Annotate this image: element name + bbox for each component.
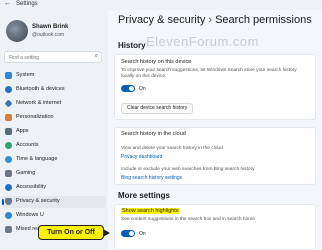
card-cloud-search-history: Search history in the cloud View and del… [114,127,316,185]
bluetooth-icon [5,86,12,93]
sidebar-item-label: Accessibility [16,184,46,190]
search-highlights-toggle[interactable] [121,230,135,237]
search-icon[interactable]: ⌕ [95,53,98,60]
settings-search-box[interactable]: ⌕ [4,51,102,63]
sidebar-item-label: Time & language [16,156,58,162]
sidebar-item-label: Personalization [16,114,54,120]
title-bar: ← Settings [0,0,322,10]
setting-title: Show search highlights [121,208,180,214]
sidebar-item-bluetooth[interactable]: Bluetooth & devices [2,84,106,96]
search-input[interactable] [9,53,89,62]
device-history-toggle[interactable] [121,85,135,92]
accounts-icon [5,142,12,149]
sidebar-item-network[interactable]: Network & internet [2,98,106,110]
update-icon [5,212,12,219]
section-heading-history: History [118,41,146,50]
annotation-callout: Turn On or Off [38,225,110,240]
sidebar-item-label: Gaming [16,170,36,176]
setting-description: Include or exclude your web searches fro… [121,167,255,172]
setting-description: See content suggestions in the search bo… [121,217,255,222]
setting-description: To improve your search suggestions, let … [121,68,297,79]
user-profile[interactable]: Shawn Brink @outlook.com [6,20,106,46]
sidebar-item-label: Apps [16,128,29,134]
sidebar-item-label: Bluetooth & devices [16,86,65,92]
bing-history-settings-link[interactable]: Bing search history settings [121,175,182,181]
back-arrow-icon[interactable]: ← [4,0,11,7]
headset-icon [5,226,12,233]
sidebar-item-label: Windows U [16,212,44,218]
breadcrumb: Privacy & security › Search permissions [118,14,312,26]
gaming-icon [5,170,12,177]
profile-name: Shawn Brink [32,24,69,30]
section-heading-more-settings: More settings [118,191,171,200]
sidebar-item-label: Accounts [16,142,39,148]
sidebar-item-label: Network & internet [16,100,62,106]
setting-title: Search history in the cloud [121,131,186,137]
avatar [6,20,28,42]
globe-icon [5,156,12,163]
watermark: ElevenForum.com [146,34,259,49]
sidebar-item-gaming[interactable]: Gaming [2,168,106,180]
page-title: Search permissions [215,14,312,26]
apps-icon [5,128,12,135]
sidebar-item-personalization[interactable]: Personalization [2,112,106,124]
window-title: Settings [16,1,38,7]
toggle-state-label: On [139,86,146,92]
setting-title: Search history on this device [121,59,192,65]
sidebar-item-accounts[interactable]: Accounts [2,140,106,152]
breadcrumb-separator: › [208,14,213,26]
main-content: Privacy & security › Search permissions El… [108,10,322,250]
system-icon [5,72,12,79]
clear-device-history-button[interactable]: Clear device search history [121,103,194,114]
breadcrumb-parent[interactable]: Privacy & security [118,14,205,26]
wifi-icon [4,99,13,108]
sidebar-item-label: System [16,72,35,78]
toggle-state-label: On [139,231,146,237]
sidebar-item-accessibility[interactable]: Accessibility [2,182,106,194]
sidebar-item-windows-update[interactable]: Windows U [2,210,106,222]
sidebar-item-system[interactable]: System [2,70,106,82]
accessibility-icon [5,184,12,191]
sidebar-item-time-language[interactable]: Time & language [2,154,106,166]
card-device-search-history: Search history on this device To improve… [114,54,316,120]
brush-icon [5,114,12,121]
sidebar-item-apps[interactable]: Apps [2,126,106,138]
sidebar-item-label: Privacy & security [16,198,60,204]
profile-email: @outlook.com [32,32,65,38]
sidebar-item-privacy-security[interactable]: Privacy & security [2,196,106,208]
privacy-dashboard-link[interactable]: Privacy dashboard [121,154,162,160]
setting-description: View and delete your search history in t… [121,146,223,151]
shield-icon [5,198,12,205]
sidebar: Shawn Brink @outlook.com ⌕ System Blueto… [0,10,108,250]
card-search-highlights: Show search highlights See content sugge… [114,204,316,250]
